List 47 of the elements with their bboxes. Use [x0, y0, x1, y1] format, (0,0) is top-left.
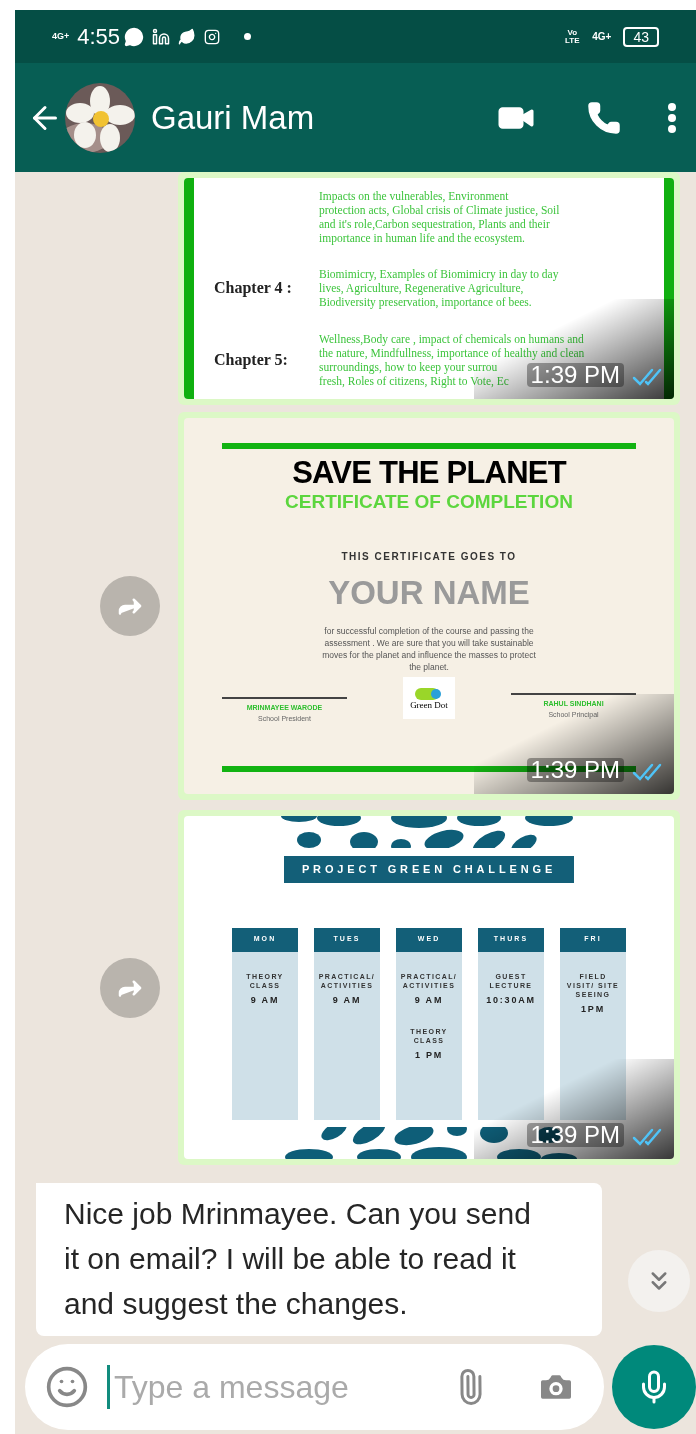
topic-line: Biomimicry, Examples of Biomimicry in day to day — [319, 267, 559, 282]
topic-line: lives, Agriculture, Regenerative Agriculture, — [319, 281, 524, 296]
more-options-button[interactable] — [668, 102, 676, 133]
topic-line: Impacts on the vulnerables, Environment — [319, 189, 509, 204]
activity-time: 9 AM — [250, 993, 280, 1007]
battery-level: 43 — [623, 26, 659, 47]
activity-time: 1 PM — [414, 1049, 444, 1062]
emoji-icon[interactable] — [45, 1365, 89, 1409]
chapter-label: Chapter 4 : — [214, 279, 292, 297]
certificate-body: for successful completion of the course and passing the assessment . We are sure that you will take sustainable moves for the planet and influence the masses to protect the planet. — [321, 625, 537, 673]
forward-button[interactable] — [100, 576, 160, 636]
activity-time: 1PM — [581, 1002, 605, 1016]
topic-line: importance in human life and the ecosystem. — [319, 231, 525, 246]
network-type: 4G+ — [592, 30, 612, 44]
message-time: 1:39 PM — [526, 363, 624, 387]
topic-line: the nature, Mindfullness, importance of healthy and clean — [319, 346, 585, 360]
voice-call-button[interactable] — [586, 99, 622, 136]
instagram-icon — [204, 28, 221, 45]
activity-time: 9 AM — [332, 993, 362, 1007]
topic-line: protection acts, Global crisis of Climate justice, Soil — [319, 203, 560, 218]
topic-line: Wellness,Body care , impact of chemicals on humans and — [319, 331, 584, 346]
topic-line: Biodiversity preservation, importance of bees. — [319, 295, 532, 310]
more-options-icon — [668, 102, 676, 133]
activity-time: 9 AM — [414, 993, 444, 1007]
message-time: 1:39 PM — [526, 758, 624, 782]
message-bubble: Nice job Mrinmayee. Can you send it on email? I will be able to read it and suggest the changes. — [36, 1183, 602, 1336]
topic-line: surroundings, how to keep your surrou — [319, 360, 498, 374]
schedule-title: PROJECT GREEN CHALLENGE — [283, 856, 575, 883]
chapter-label: Chapter 5: — [214, 350, 288, 368]
linkedin-icon — [152, 27, 171, 46]
certificate-intro: THIS CERTIFICATE GOES TO — [341, 550, 517, 564]
topic-line: and it's role,Carbon sequestration, Plants and their — [319, 217, 550, 232]
certificate-subtitle: CERTIFICATE OF COMPLETION — [285, 492, 573, 511]
chat-icon — [124, 26, 145, 47]
leaf-icon — [178, 27, 197, 46]
message-input[interactable]: Type a message — [25, 1344, 605, 1430]
activity-time: 10:30AM — [486, 993, 536, 1007]
certificate-title: SAVE THE PLANET — [292, 457, 566, 488]
message-field[interactable]: Type a message — [114, 1363, 364, 1411]
topic-line: fresh, Roles of citizens, Right to Vote, Ec — [319, 374, 509, 388]
volte-label: Vo LTE — [564, 28, 581, 45]
logo: Green Dot — [403, 677, 455, 719]
contact-name: Gauri Mam — [151, 97, 315, 138]
status-time: 4:55 — [77, 23, 121, 51]
phone-icon — [586, 99, 622, 136]
recipient-name: YOUR NAME — [328, 576, 530, 609]
network-type: 4G+ — [52, 32, 70, 41]
